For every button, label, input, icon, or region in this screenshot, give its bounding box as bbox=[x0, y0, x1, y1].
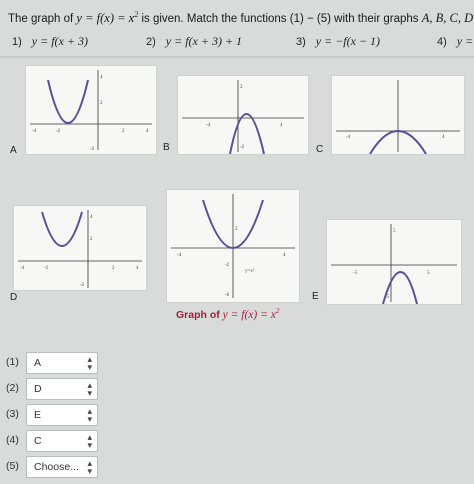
function-3: 3) y = −f(x − 1) bbox=[296, 34, 381, 48]
graph-b-label: B bbox=[163, 142, 170, 153]
question-prefix: The graph of bbox=[8, 13, 74, 26]
graph-e: -5 5 5 -5 bbox=[327, 220, 461, 304]
svg-text:-2: -2 bbox=[44, 266, 49, 271]
select-arrows-icon: ▴ ▾ bbox=[87, 458, 92, 476]
answer-select-2[interactable]: D ▴ ▾ bbox=[26, 378, 98, 400]
graph-d-plot: -4 -2 2 4 4 2 -2 bbox=[18, 210, 142, 288]
graph-a: -4 -2 2 4 4 2 -2 bbox=[26, 66, 156, 154]
answer-select-1[interactable]: A ▴ ▾ bbox=[26, 352, 98, 374]
graph-b: -4 4 2 -2 bbox=[178, 76, 308, 154]
answer-select-4[interactable]: C ▴ ▾ bbox=[26, 430, 98, 452]
svg-text:2: 2 bbox=[112, 266, 115, 271]
reference-caption: Graph of y = f(x) = x2 bbox=[176, 307, 280, 321]
select-arrows-icon: ▴ ▾ bbox=[87, 406, 92, 424]
svg-text:2: 2 bbox=[100, 101, 103, 106]
svg-text:4: 4 bbox=[136, 266, 139, 271]
svg-text:-2: -2 bbox=[240, 145, 245, 150]
graph-reference-plot: -4 4 2 -2 -6 y=x² bbox=[171, 194, 295, 298]
graph-a-curve bbox=[47, 79, 89, 124]
svg-text:2: 2 bbox=[90, 237, 93, 242]
given-function: y = f(x) = x2 bbox=[76, 10, 139, 26]
graph-c: -4 4 bbox=[332, 76, 464, 154]
svg-text:4: 4 bbox=[90, 215, 93, 220]
select-arrows-icon: ▴ ▾ bbox=[87, 432, 92, 450]
graph-e-label: E bbox=[312, 291, 319, 302]
svg-text:4: 4 bbox=[280, 123, 283, 128]
question-suffix: is given. Match the functions (1) − (5) … bbox=[141, 13, 419, 26]
svg-text:4: 4 bbox=[442, 135, 445, 140]
select-arrows-icon: ▴ ▾ bbox=[87, 354, 92, 372]
graph-d-curve bbox=[41, 211, 83, 247]
svg-text:2: 2 bbox=[240, 85, 243, 90]
graph-c-plot: -4 4 bbox=[336, 80, 460, 154]
graph-letters: A, B, C, D bbox=[421, 11, 474, 26]
function-1: 1) y = f(x + 3) bbox=[12, 34, 88, 48]
svg-text:-2: -2 bbox=[90, 147, 95, 152]
select-arrows-icon: ▴ ▾ bbox=[87, 380, 92, 398]
svg-text:-4: -4 bbox=[206, 123, 211, 128]
svg-text:5: 5 bbox=[393, 229, 396, 234]
question-text: The graph of y = f(x) = x2 is given. Mat… bbox=[8, 10, 473, 26]
svg-text:-6: -6 bbox=[225, 293, 230, 298]
svg-text:y=x²: y=x² bbox=[245, 268, 255, 274]
graph-d: -4 -2 2 4 4 2 -2 bbox=[14, 206, 146, 290]
graph-b-plot: -4 4 2 -2 bbox=[182, 80, 304, 154]
svg-text:-4: -4 bbox=[177, 253, 182, 258]
svg-text:-4: -4 bbox=[20, 266, 25, 271]
graph-c-label: C bbox=[316, 144, 324, 155]
function-4: 4) y = bbox=[437, 34, 474, 48]
svg-text:-4: -4 bbox=[346, 135, 351, 140]
svg-text:2: 2 bbox=[235, 227, 238, 232]
svg-text:-2: -2 bbox=[80, 283, 85, 288]
svg-text:-2: -2 bbox=[225, 263, 230, 268]
divider bbox=[0, 56, 474, 58]
svg-text:-2: -2 bbox=[56, 129, 61, 134]
svg-text:-5: -5 bbox=[353, 271, 358, 276]
svg-text:2: 2 bbox=[122, 129, 125, 134]
graph-a-label: A bbox=[10, 145, 17, 156]
svg-text:4: 4 bbox=[100, 75, 103, 80]
graph-b-curve bbox=[229, 113, 265, 154]
svg-text:4: 4 bbox=[146, 129, 149, 134]
answer-select-5[interactable]: Choose... ▴ ▾ bbox=[26, 456, 98, 478]
svg-text:5: 5 bbox=[427, 271, 430, 276]
svg-text:-4: -4 bbox=[32, 129, 37, 134]
svg-text:-5: -5 bbox=[385, 295, 390, 300]
answer-select-3[interactable]: E ▴ ▾ bbox=[26, 404, 98, 426]
graph-d-label: D bbox=[10, 292, 18, 303]
graph-reference: -4 4 2 -2 -6 y=x² bbox=[167, 190, 299, 302]
function-2: 2) y = f(x + 3) + 1 bbox=[146, 34, 243, 48]
svg-text:4: 4 bbox=[283, 253, 286, 258]
graph-a-plot: -4 -2 2 4 4 2 -2 bbox=[30, 70, 152, 152]
graph-e-plot: -5 5 5 -5 bbox=[331, 224, 457, 304]
